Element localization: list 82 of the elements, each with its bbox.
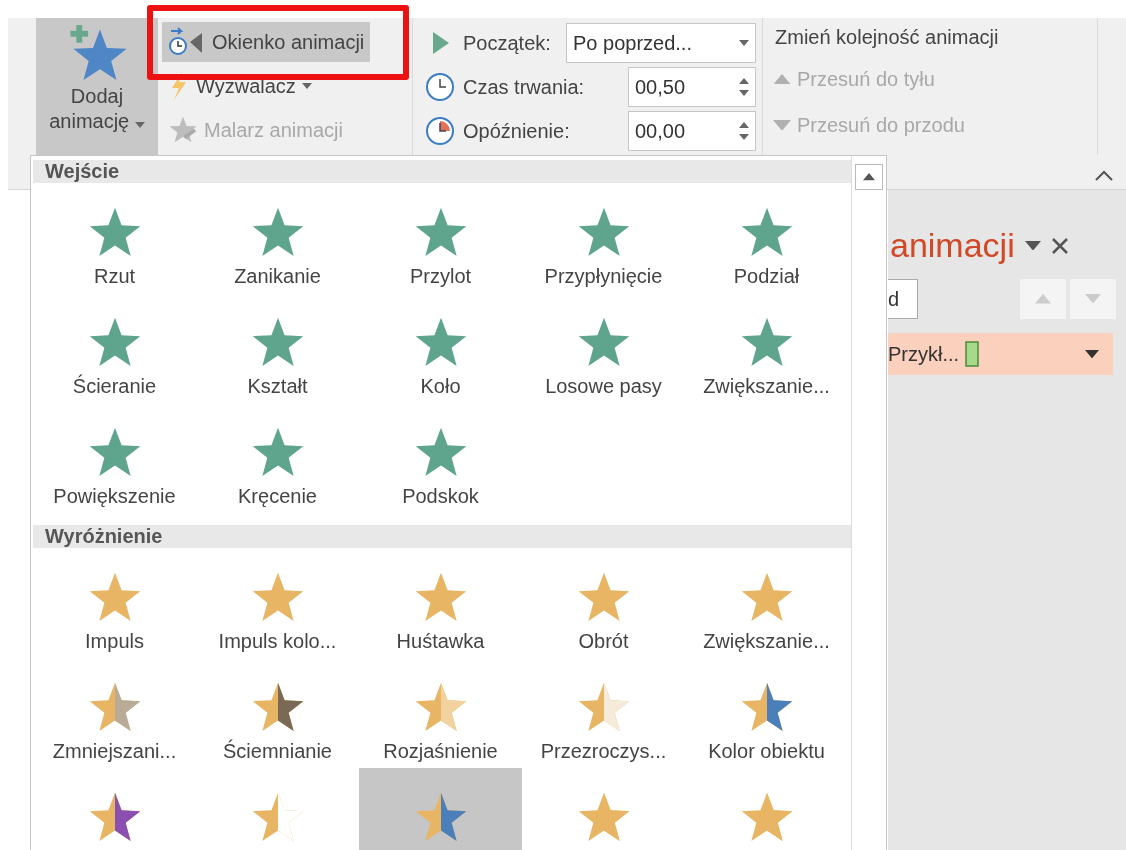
field-label: Opóźnienie: [463, 119, 571, 143]
animation-effect[interactable]: Huśtawka [359, 548, 522, 658]
section-header: Wyróżnienie [33, 525, 852, 548]
effect-label: Impuls kolo... [218, 630, 337, 653]
animation-effect[interactable]: Obrót [522, 548, 685, 658]
animation-effect[interactable]: Zanikanie [196, 183, 359, 293]
field-label: Czas trwania: [463, 75, 586, 99]
animation-effect[interactable]: Zwiększanie... [685, 293, 848, 403]
animation-effect[interactable]: Losowe pasy [522, 293, 685, 403]
animation-effect[interactable]: Powiększenie [33, 403, 196, 513]
effect-label: Podział [733, 265, 800, 288]
animation-effect[interactable]: Kolor obiektu [685, 658, 848, 768]
animation-effect[interactable]: Ścieranie [33, 293, 196, 403]
animation-effect[interactable]: Podskok [359, 403, 522, 513]
animation-effect[interactable]: Przypłynięcie [522, 183, 685, 293]
caret-icon [863, 173, 876, 181]
effect-label: Rozjaśnienie [383, 740, 498, 763]
pane-title: animacji [890, 226, 1015, 265]
move-down-button[interactable] [1070, 279, 1116, 319]
animation-effect[interactable]: Impuls [33, 548, 196, 658]
close-icon[interactable] [1050, 236, 1069, 255]
animation-effect[interactable]: Przezroczys... [522, 658, 685, 768]
animation-effect[interactable]: Rozjaśnienie [359, 658, 522, 768]
caret-icon [773, 73, 791, 85]
effect-label: Rzut [93, 265, 136, 288]
effect-label: Koło [420, 375, 461, 398]
clock-icon [425, 72, 455, 102]
animation-effect[interactable] [359, 768, 522, 850]
caret-icon [739, 40, 749, 46]
field-label: Początek: [463, 31, 552, 55]
animation-effect[interactable]: Koło [359, 293, 522, 403]
effect-label: Przezroczys... [540, 740, 667, 763]
effect-label: Kształt [247, 375, 308, 398]
effect-label: Zwiększanie... [703, 630, 830, 653]
effect-label: Ścieranie [72, 375, 157, 398]
section-header: Wejście [33, 160, 852, 183]
effect-label: Zwiększanie... [703, 375, 830, 398]
caret-icon [134, 122, 145, 128]
effect-label: Impuls [85, 630, 144, 653]
scroll-up-button[interactable] [855, 164, 884, 190]
clock-icon [425, 116, 455, 146]
caret-icon [1085, 294, 1101, 304]
caret-icon [773, 119, 791, 131]
effect-label: Powiększenie [53, 485, 176, 508]
effect-label: Zanikanie [234, 265, 321, 288]
animation-effect[interactable]: Zmniejszani... [33, 658, 196, 768]
animation-list-item[interactable]: Przykł... [888, 333, 1113, 375]
effect-label: Ściemnianie [223, 740, 332, 763]
effect-label: Losowe pasy [545, 375, 662, 398]
group-title: Zmień kolejność animacji [774, 25, 1000, 50]
effect-label: Huśtawka [396, 630, 485, 653]
ribbon-button[interactable]: Okienko animacji [162, 22, 371, 62]
star-brush-icon [168, 115, 198, 145]
pane-menu-icon [1024, 240, 1041, 251]
effect-label: Obrót [578, 630, 629, 653]
ribbon-button[interactable]: Wyzwalacz [162, 66, 318, 106]
animation-effect[interactable]: Podział [685, 183, 848, 293]
add-animation-button[interactable]: Dodaj animację [36, 18, 158, 155]
effect-label: Kręcenie [238, 485, 317, 508]
caret-icon [301, 83, 312, 89]
animation-name: Przykł... [888, 342, 960, 366]
caret-icon [1085, 349, 1099, 359]
animation-effect[interactable]: Kręcenie [196, 403, 359, 513]
start-dropdown[interactable]: Po poprzed... [566, 23, 756, 63]
animation-effect[interactable]: Przylot [359, 183, 522, 293]
effect-label: Przypłynięcie [544, 265, 663, 288]
effect-label: Podskok [402, 485, 479, 508]
effect-bar-icon [965, 341, 980, 367]
animation-effect[interactable]: Rzut [33, 183, 196, 293]
animation-effect[interactable]: Kształt [196, 293, 359, 403]
time-spinner[interactable]: 00,00 [628, 111, 756, 151]
animation-effect[interactable]: Zwiększanie... [685, 548, 848, 658]
effect-label: Kolor obiektu [708, 740, 825, 763]
animation-effect[interactable]: Ściemnianie [196, 658, 359, 768]
time-spinner[interactable]: 00,50 [628, 67, 756, 107]
animation-effect[interactable]: Impuls kolo... [196, 548, 359, 658]
effect-label: Zmniejszani... [52, 740, 177, 763]
collapse-ribbon-icon[interactable] [1094, 170, 1114, 182]
move-up-button[interactable] [1020, 279, 1066, 319]
effect-label: Przylot [409, 265, 472, 288]
play-field[interactable]: d [888, 279, 918, 319]
caret-icon [1035, 294, 1051, 304]
